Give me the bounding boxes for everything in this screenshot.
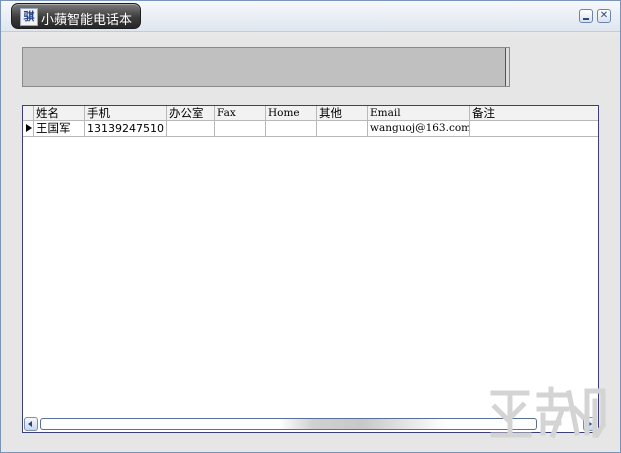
title-tab: 骐 小蘋智能电话本	[11, 3, 141, 29]
cell-note[interactable]	[470, 121, 598, 136]
cell-office[interactable]	[167, 121, 215, 136]
cell-fax[interactable]	[215, 121, 266, 136]
column-header-home[interactable]: Home	[266, 106, 317, 120]
cell-email[interactable]: wanguoj@163.com	[368, 121, 470, 136]
triangle-right-icon	[26, 124, 32, 132]
minimize-icon	[583, 18, 589, 20]
table-row[interactable]: 王国军 13139247510 wanguoj@163.com	[23, 121, 598, 137]
column-header-email[interactable]: Email	[368, 106, 470, 120]
scroll-left-button[interactable]	[24, 417, 38, 431]
column-header-fax[interactable]: Fax	[215, 106, 266, 120]
cell-home[interactable]	[266, 121, 317, 136]
cell-mobile[interactable]: 13139247510	[85, 121, 167, 136]
column-header-note[interactable]: 备注	[470, 106, 598, 120]
window-title: 小蘋智能电话本	[41, 13, 133, 28]
indicator-header	[23, 106, 34, 120]
scrollbar-thumb[interactable]	[40, 418, 537, 430]
column-header-mobile[interactable]: 手机	[85, 106, 167, 120]
close-button[interactable]: ✕	[597, 9, 611, 23]
watermark-logo	[490, 386, 607, 439]
row-indicator[interactable]	[23, 121, 34, 136]
cell-name[interactable]: 王国军	[34, 121, 85, 136]
display-bar	[22, 47, 510, 87]
minimize-button[interactable]	[579, 9, 593, 23]
cell-other[interactable]	[317, 121, 368, 136]
title-bar[interactable]: 骐 小蘋智能电话本 ✕	[1, 1, 620, 32]
close-icon: ✕	[599, 10, 609, 21]
column-header-name[interactable]: 姓名	[34, 106, 85, 120]
grid-header: 姓名 手机 办公室 Fax Home 其他 Email 备注	[23, 106, 598, 121]
contacts-grid[interactable]: 姓名 手机 办公室 Fax Home 其他 Email 备注 王国军 13139…	[22, 105, 599, 433]
column-header-office[interactable]: 办公室	[167, 106, 215, 120]
scroll-left-icon	[28, 421, 32, 427]
column-header-other[interactable]: 其他	[317, 106, 368, 120]
app-icon: 骐	[20, 8, 38, 26]
app-window: 骐 小蘋智能电话本 ✕ 姓名 手机 办公室 Fax Home 其他 Email …	[0, 0, 621, 453]
